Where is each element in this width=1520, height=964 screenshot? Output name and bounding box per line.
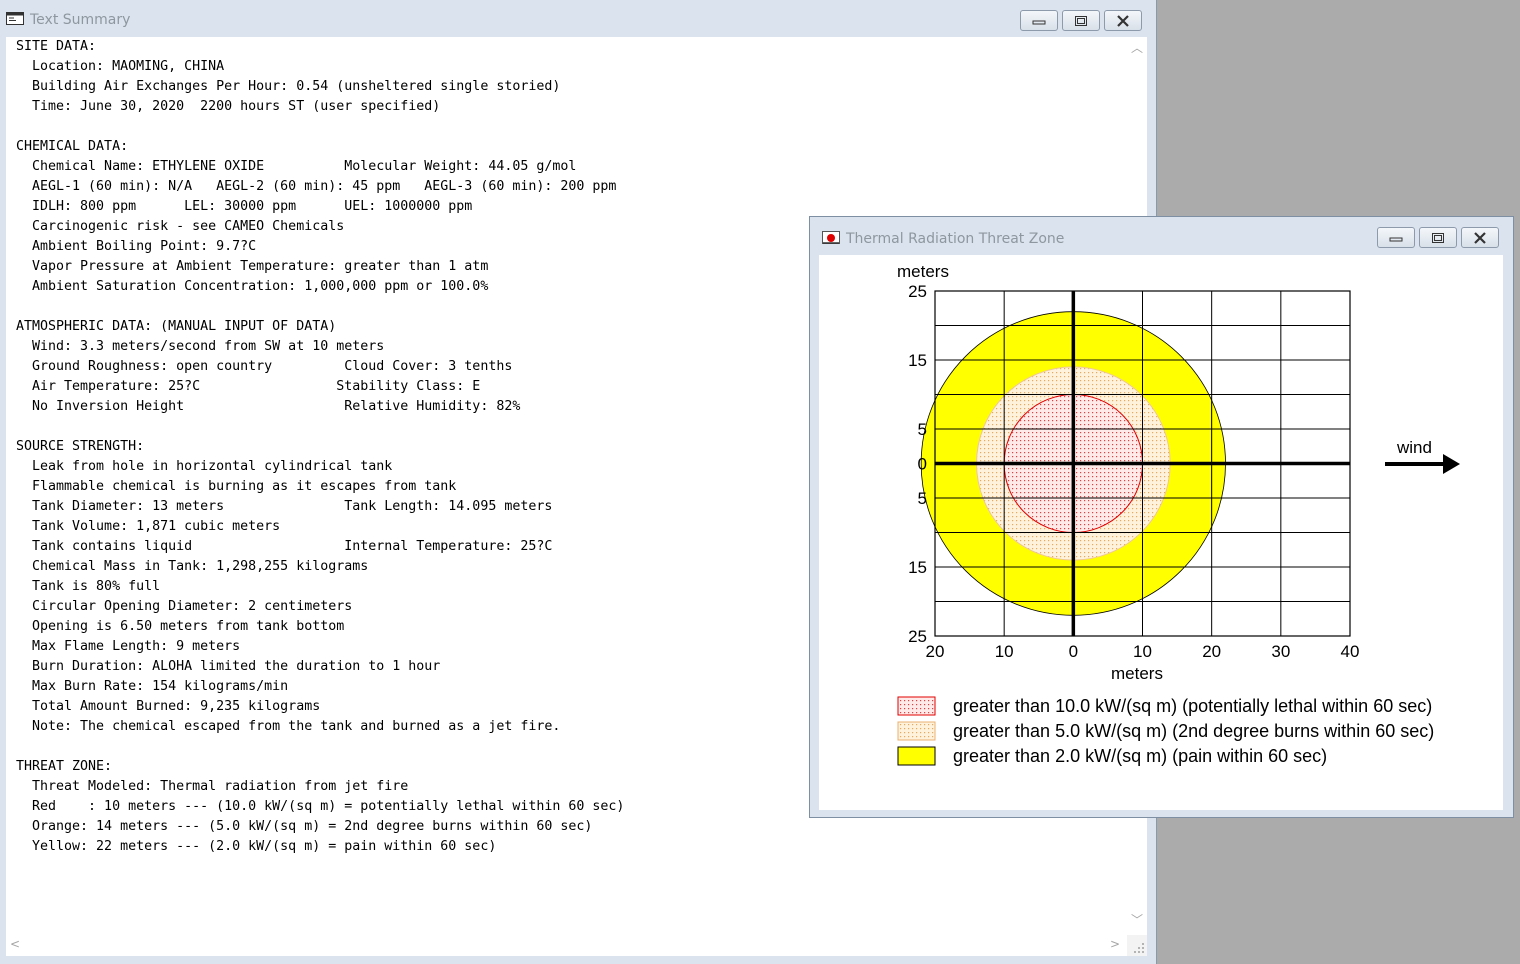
close-icon bbox=[1117, 14, 1129, 27]
x-axis-label: meters bbox=[1111, 664, 1163, 683]
x-tick-label: 0 bbox=[1069, 642, 1078, 661]
threat-zone-window[interactable]: Thermal Radiation Threat Zone 20 10 0 10… bbox=[809, 216, 1514, 818]
scroll-up-icon[interactable]: ︿ bbox=[1131, 39, 1143, 56]
y-tick-label: 0 bbox=[918, 455, 927, 474]
y-tick-label: 5 bbox=[918, 420, 927, 439]
threat-maximize-button[interactable] bbox=[1419, 227, 1457, 248]
summary-title: Text Summary bbox=[30, 12, 131, 28]
x-tick-label: 20 bbox=[926, 642, 945, 661]
threat-zone-icon bbox=[822, 231, 840, 244]
maximize-icon bbox=[1432, 232, 1444, 243]
legend-label: greater than 2.0 kW/(sq m) (pain within … bbox=[953, 746, 1327, 766]
wind-arrow-icon bbox=[1385, 454, 1460, 474]
threat-minimize-button[interactable] bbox=[1377, 227, 1415, 248]
legend-swatch bbox=[897, 696, 936, 716]
threat-zone-chart: 20 10 0 10 20 30 40 25 15 5 0 5 15 25 meters meters w… bbox=[897, 262, 1460, 766]
maximize-button[interactable] bbox=[1062, 10, 1100, 31]
legend-swatch bbox=[897, 721, 936, 741]
legend-swatch bbox=[897, 746, 936, 766]
summary-content: SITE DATA: Location: MAOMING, CHINA Buil… bbox=[16, 39, 625, 854]
x-tick-label: 10 bbox=[1133, 642, 1152, 661]
y-tick-label: 25 bbox=[908, 627, 927, 646]
scroll-left-icon[interactable]: < bbox=[10, 937, 20, 951]
threat-title: Thermal Radiation Threat Zone bbox=[846, 231, 1065, 247]
x-tick-label: 10 bbox=[995, 642, 1014, 661]
wind-label: wind bbox=[1396, 438, 1432, 457]
minimize-icon bbox=[1032, 20, 1046, 24]
minimize-button[interactable] bbox=[1020, 10, 1058, 31]
y-axis-label: meters bbox=[897, 262, 949, 281]
close-icon bbox=[1474, 231, 1486, 244]
threat-zone-plot-area: 20 10 0 10 20 30 40 25 15 5 0 5 15 25 meters meters w… bbox=[819, 255, 1503, 810]
x-tick-label: 40 bbox=[1341, 642, 1360, 661]
close-button[interactable] bbox=[1104, 10, 1142, 31]
y-tick-label: 15 bbox=[908, 351, 927, 370]
x-tick-label: 30 bbox=[1271, 642, 1290, 661]
x-tick-label: 20 bbox=[1202, 642, 1221, 661]
summary-titlebar[interactable]: Text Summary bbox=[0, 0, 1156, 36]
scroll-right-icon[interactable]: > bbox=[1110, 937, 1120, 951]
horizontal-scrollbar[interactable]: < > bbox=[6, 935, 1127, 956]
y-tick-label: 5 bbox=[918, 489, 927, 508]
document-icon bbox=[6, 12, 24, 25]
resize-grip-icon bbox=[1134, 943, 1144, 953]
minimize-icon bbox=[1389, 237, 1403, 241]
threat-close-button[interactable] bbox=[1461, 227, 1499, 248]
legend-label: greater than 5.0 kW/(sq m) (2nd degree b… bbox=[953, 721, 1434, 741]
y-tick-label: 25 bbox=[908, 282, 927, 301]
scroll-down-icon[interactable]: ﹀ bbox=[1131, 911, 1143, 928]
resize-grip[interactable] bbox=[1127, 935, 1147, 956]
legend-label: greater than 10.0 kW/(sq m) (potentially… bbox=[953, 696, 1432, 716]
maximize-icon bbox=[1075, 15, 1087, 26]
y-tick-label: 15 bbox=[908, 558, 927, 577]
threat-titlebar[interactable]: Thermal Radiation Threat Zone bbox=[810, 217, 1513, 253]
